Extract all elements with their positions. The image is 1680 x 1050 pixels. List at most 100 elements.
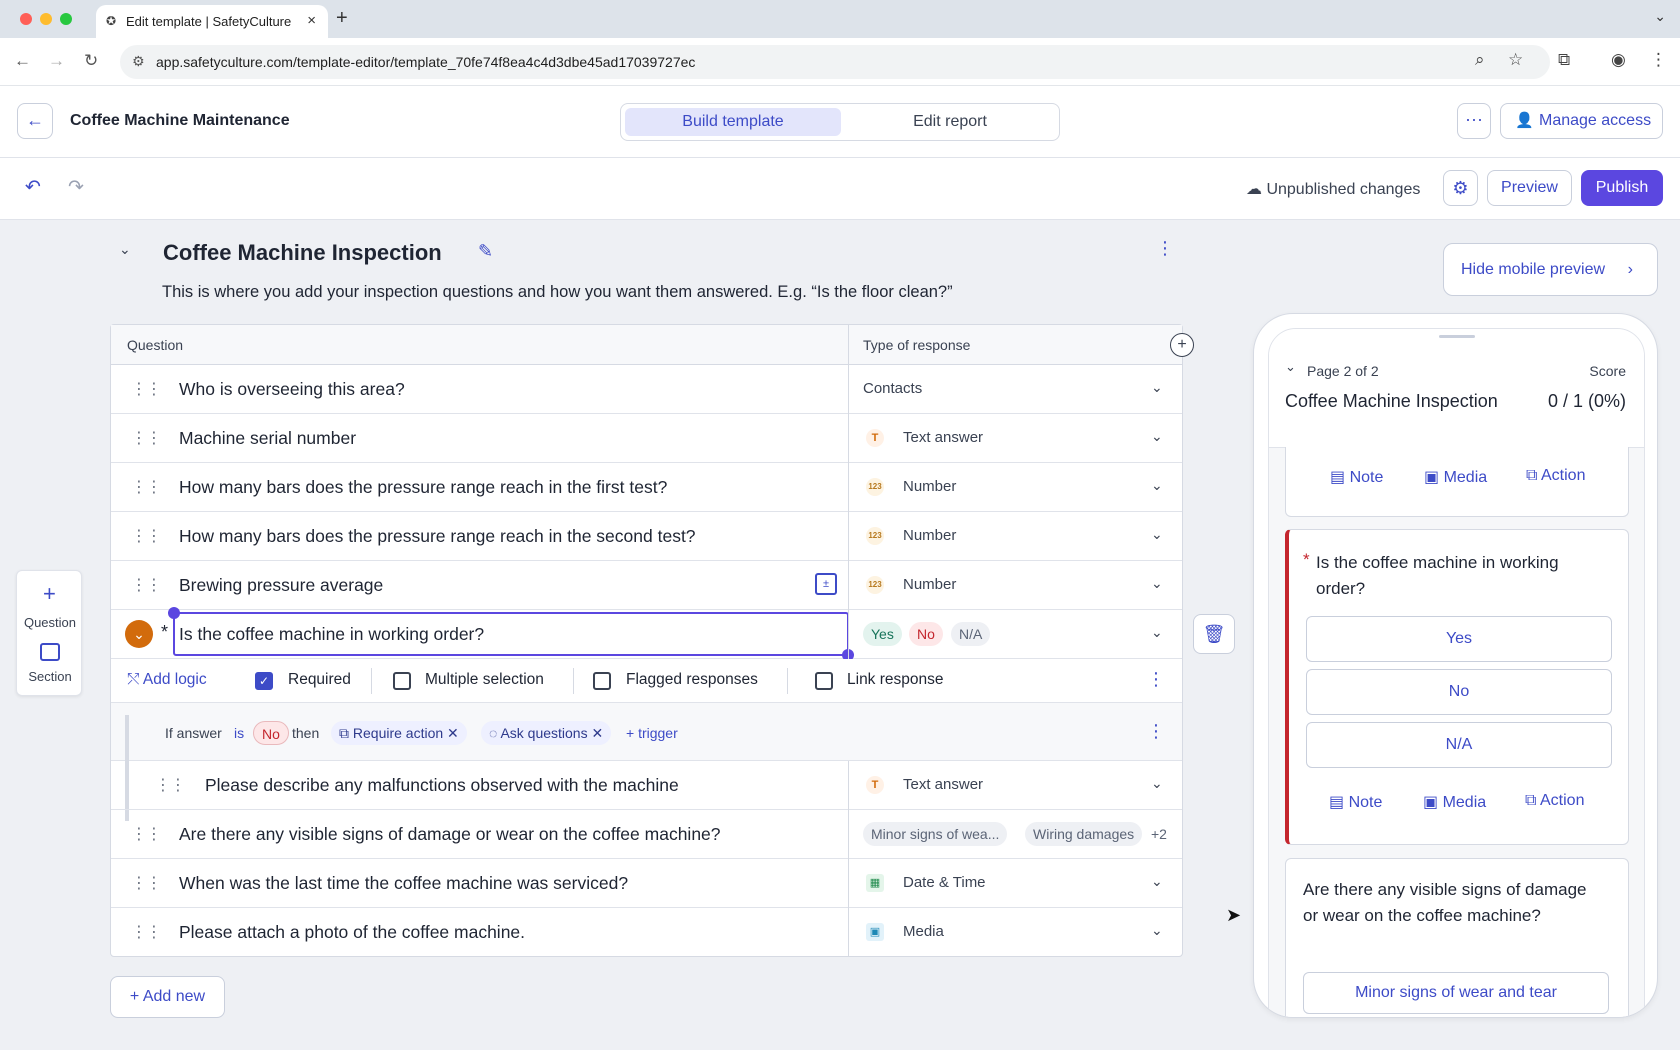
flagged-responses-checkbox[interactable] <box>593 672 611 690</box>
response-type[interactable]: Date & Time <box>903 874 986 891</box>
question-text[interactable]: Are there any visible signs of damage or… <box>179 824 721 845</box>
hide-mobile-preview-button[interactable]: Hide mobile preview › <box>1443 243 1658 296</box>
drag-handle-icon[interactable]: ⋮⋮ <box>131 477 162 497</box>
chevron-down-icon[interactable]: ⌄ <box>1151 575 1163 592</box>
close-tab-icon[interactable]: × <box>307 12 316 29</box>
remove-icon[interactable]: ✕ <box>443 725 459 741</box>
tab-edit-report[interactable]: Edit report <box>845 108 1055 136</box>
ask-questions-chip[interactable]: ◌ Ask questions ✕ <box>481 721 612 745</box>
add-trigger-link[interactable]: + trigger <box>626 725 678 741</box>
drag-handle-icon[interactable]: ⋮⋮ <box>131 428 162 448</box>
chevron-down-icon[interactable]: ⌄ <box>1151 526 1163 543</box>
preview-button[interactable]: Preview <box>1487 170 1572 206</box>
logic-menu-icon[interactable]: ⋮ <box>1147 721 1165 742</box>
minimize-window-icon[interactable] <box>40 13 52 25</box>
drag-handle-icon[interactable]: ⋮⋮ <box>131 873 162 893</box>
section-menu-icon[interactable]: ⋮ <box>1156 238 1174 259</box>
require-action-chip[interactable]: ⧉ Require action ✕ <box>331 721 467 745</box>
settings-button[interactable]: ⚙ <box>1443 170 1478 206</box>
address-bar[interactable]: ⚙ app.safetyculture.com/template-editor/… <box>120 45 1550 79</box>
response-type[interactable]: Number <box>903 576 956 593</box>
chevron-down-icon[interactable]: ⌄ <box>1151 775 1163 792</box>
media-action[interactable]: ▣ Media <box>1424 467 1487 487</box>
table-row[interactable]: ⋮⋮ Brewing pressure average ± 123 Number… <box>111 561 1182 610</box>
manage-access-button[interactable]: 👤 Manage access <box>1500 103 1663 139</box>
chevron-down-icon[interactable]: ⌄ <box>1151 922 1163 939</box>
bookmark-star-icon[interactable]: ☆ <box>1508 50 1523 70</box>
response-na-pill[interactable]: N/A <box>951 622 991 646</box>
table-row-active[interactable]: ⌄ * Is the coffee machine in working ord… <box>111 607 1182 661</box>
chevron-down-icon[interactable]: ⌄ <box>1151 428 1163 445</box>
response-type[interactable]: Text answer <box>903 429 983 446</box>
profile-icon[interactable]: ◉ <box>1611 50 1626 70</box>
question-text[interactable]: Please attach a photo of the coffee mach… <box>179 922 525 943</box>
table-row[interactable]: ⋮⋮ Machine serial number T Text answer ⌄ <box>111 414 1182 463</box>
question-text[interactable]: Brewing pressure average <box>179 575 383 596</box>
table-row[interactable]: ⋮⋮ Please attach a photo of the coffee m… <box>111 908 1182 957</box>
action-action[interactable]: ⧉ Action <box>1525 792 1584 810</box>
drag-handle-icon[interactable]: ⋮⋮ <box>131 526 162 546</box>
close-window-icon[interactable] <box>20 13 32 25</box>
forward-arrow-icon[interactable]: → <box>48 51 65 71</box>
table-row[interactable]: ⋮⋮ Who is overseeing this area? Contacts… <box>111 365 1182 414</box>
tab-build-template[interactable]: Build template <box>625 108 841 136</box>
table-row[interactable]: ⋮⋮ How many bars does the pressure range… <box>111 463 1182 512</box>
add-column-icon[interactable]: + <box>1170 333 1194 357</box>
drag-handle-icon[interactable]: ⋮⋮ <box>155 775 186 795</box>
site-settings-icon[interactable]: ⚙ <box>132 53 145 70</box>
question-text[interactable]: When was the last time the coffee machin… <box>179 873 628 894</box>
chevron-down-icon[interactable]: ⌄ <box>1151 379 1163 396</box>
chevron-down-icon[interactable]: ⌄ <box>1151 873 1163 890</box>
logic-value-no[interactable]: No <box>253 721 289 745</box>
answer-no-button[interactable]: No <box>1306 669 1612 715</box>
page-chevron-icon[interactable]: ⌄ <box>1285 359 1296 375</box>
response-yes-pill[interactable]: Yes <box>863 622 902 646</box>
remove-icon[interactable]: ✕ <box>588 725 603 741</box>
multiple-selection-checkbox[interactable] <box>393 672 411 690</box>
drag-handle-icon[interactable]: ⋮⋮ <box>131 922 162 942</box>
answer-na-button[interactable]: N/A <box>1306 722 1612 768</box>
browser-menu-icon[interactable]: ⋮ <box>1650 50 1667 70</box>
answer-option-button[interactable]: Minor signs of wear and tear <box>1303 972 1609 1014</box>
response-option-pill[interactable]: Wiring damages <box>1025 822 1143 846</box>
response-type[interactable]: Number <box>903 478 956 495</box>
answer-yes-button[interactable]: Yes <box>1306 616 1612 662</box>
add-section-icon[interactable] <box>40 643 60 661</box>
extensions-puzzle-icon[interactable]: ⧉ <box>1558 50 1570 70</box>
link-response-checkbox[interactable] <box>815 672 833 690</box>
response-option-pill[interactable]: Minor signs of wea... <box>863 822 1008 846</box>
response-no-pill[interactable]: No <box>909 622 943 646</box>
back-button[interactable]: ← <box>17 103 53 139</box>
add-logic-link[interactable]: ⤲ Add logic <box>127 671 207 689</box>
add-question-label[interactable]: Question <box>17 615 83 630</box>
maximize-window-icon[interactable] <box>60 13 72 25</box>
collapse-logic-chevron-icon[interactable]: ⌄ <box>125 620 153 648</box>
question-text[interactable]: How many bars does the pressure range re… <box>179 477 667 498</box>
zoom-icon[interactable]: ⌕ <box>1475 50 1485 70</box>
resize-handle[interactable] <box>168 607 180 619</box>
response-type[interactable]: Number <box>903 527 956 544</box>
add-new-button[interactable]: + Add new <box>110 976 225 1018</box>
new-tab-icon[interactable]: + <box>336 7 348 30</box>
drag-handle-icon[interactable]: ⋮⋮ <box>131 575 162 595</box>
question-text[interactable]: Who is overseeing this area? <box>179 379 405 400</box>
publish-button[interactable]: Publish <box>1581 170 1663 206</box>
drag-handle-icon[interactable]: ⋮⋮ <box>131 379 162 399</box>
add-section-label[interactable]: Section <box>17 669 83 684</box>
more-options-button[interactable]: ··· <box>1457 103 1491 139</box>
section-title[interactable]: Coffee Machine Inspection <box>163 240 442 266</box>
logic-operator[interactable]: is <box>234 725 244 741</box>
calculator-icon[interactable]: ± <box>815 573 837 595</box>
note-action[interactable]: ▤ Note <box>1329 792 1382 812</box>
table-row[interactable]: ⋮⋮ When was the last time the coffee mac… <box>111 859 1182 908</box>
edit-pencil-icon[interactable]: ✎ <box>478 241 493 262</box>
back-arrow-icon[interactable]: ← <box>14 51 31 71</box>
response-type[interactable]: Contacts <box>863 380 922 397</box>
chevron-down-icon[interactable]: ⌄ <box>1151 624 1163 641</box>
note-action[interactable]: ▤ Note <box>1330 467 1383 487</box>
tab-search-chevron-icon[interactable]: ⌄ <box>1654 8 1666 25</box>
response-type[interactable]: Text answer <box>903 776 983 793</box>
table-row-nested[interactable]: ⋮⋮ Please describe any malfunctions obse… <box>111 761 1182 810</box>
more-responses-count[interactable]: +2 <box>1151 822 1167 846</box>
undo-icon[interactable]: ↶ <box>25 176 41 199</box>
